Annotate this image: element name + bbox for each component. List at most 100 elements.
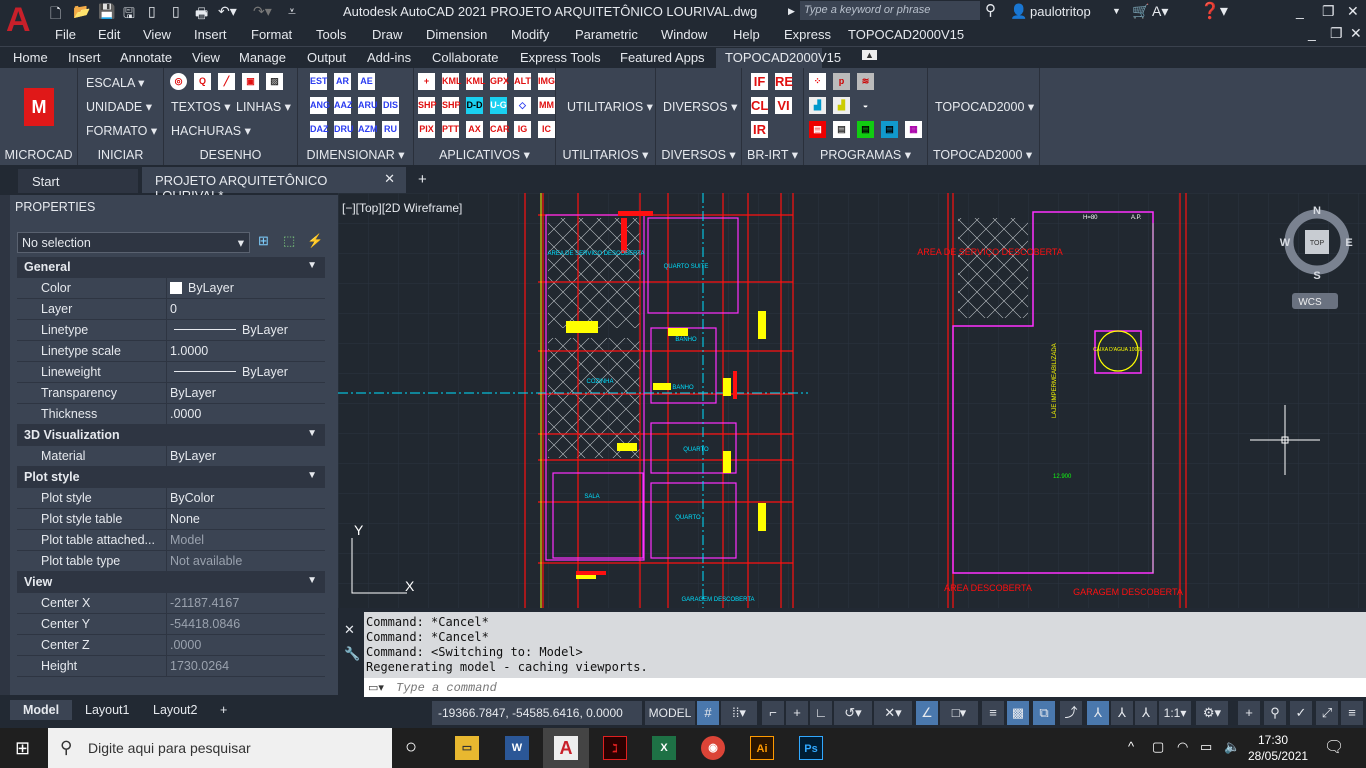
microcad-icon[interactable]: M <box>24 88 54 126</box>
battery-icon[interactable]: ▭ <box>1200 739 1212 755</box>
property-value[interactable]: -21187.4167 <box>170 596 239 610</box>
dynamic-input-icon[interactable]: + <box>786 701 808 725</box>
menu-format[interactable]: Format <box>251 27 292 42</box>
section-plot-style[interactable]: Plot style ▼ <box>17 467 325 488</box>
tab-annotate[interactable]: Annotate <box>120 50 172 65</box>
property-row[interactable]: Lineweight ByLayer <box>17 362 325 383</box>
property-row[interactable]: Plot style table None <box>17 509 325 530</box>
menu-topocad[interactable]: TOPOCAD2000V15 <box>848 27 964 42</box>
save-web-icon[interactable]: ▯ <box>172 3 180 20</box>
compass-s[interactable]: S <box>1313 270 1320 282</box>
viewcube-top[interactable]: TOP <box>1310 240 1325 247</box>
re-icon[interactable]: RE <box>775 73 793 90</box>
new-layout-icon[interactable]: + <box>220 703 227 717</box>
menu-dimension[interactable]: Dimension <box>426 27 487 42</box>
transparency-icon[interactable]: ▩ <box>1007 701 1029 725</box>
panel-title[interactable]: PROGRAMAS ▾ <box>804 147 927 162</box>
utilitarios-button[interactable]: UTILITARIOS ▾ <box>567 99 653 114</box>
panel-title[interactable]: BR-IRT ▾ <box>742 147 803 162</box>
collapse-icon[interactable]: ▼ <box>307 470 317 481</box>
compass-w[interactable]: W <box>1280 237 1291 249</box>
panel-title[interactable]: DIVERSOS ▾ <box>656 147 741 162</box>
open-icon[interactable]: 📂 <box>73 3 90 20</box>
object-snap-icon[interactable]: □▾ <box>940 701 978 725</box>
clean-screen-icon[interactable]: ⤢ <box>1316 701 1338 725</box>
ribbon-minimize-icon[interactable]: ▲ <box>862 50 877 60</box>
property-row[interactable]: Plot table type Not available <box>17 551 325 572</box>
ang-icon[interactable]: ANG <box>310 97 330 114</box>
wifi-icon[interactable]: ◠ <box>1177 739 1188 755</box>
compass-e[interactable]: E <box>1345 237 1352 249</box>
acrobat-icon[interactable]: ℷ <box>603 736 627 760</box>
doc-close-icon[interactable]: ✕ <box>1350 25 1362 42</box>
doc-white-icon[interactable]: ▤ <box>833 121 850 138</box>
menu-parametric[interactable]: Parametric <box>575 27 638 42</box>
panel-title[interactable]: TOPOCAD2000 ▾ <box>933 147 1039 162</box>
panel-title[interactable]: DIMENSIONAR ▾ <box>298 147 413 162</box>
tab-home[interactable]: Home <box>13 50 48 65</box>
property-value[interactable]: ByLayer <box>170 365 288 379</box>
property-value[interactable]: ByLayer <box>170 323 288 337</box>
hatch-tool-icon[interactable]: ▨ <box>266 73 283 90</box>
property-value[interactable]: .0000 <box>170 638 201 652</box>
app-plus-icon[interactable]: + <box>418 73 435 90</box>
ic-icon[interactable]: IC <box>538 121 555 138</box>
zoom-tool-icon[interactable]: Q <box>194 73 211 90</box>
property-row[interactable]: Linetype ByLayer <box>17 320 325 341</box>
chart-yellow-icon[interactable]: ▟ <box>833 97 850 114</box>
menu-insert[interactable]: Insert <box>194 27 227 42</box>
lineweight-icon[interactable]: ≡ <box>982 701 1004 725</box>
units-icon[interactable]: ⚲ <box>1264 701 1286 725</box>
menu-tools[interactable]: Tools <box>316 27 346 42</box>
autocad-taskbar-icon[interactable]: A <box>554 736 578 760</box>
contour-icon[interactable]: ≋ <box>857 73 874 90</box>
property-value[interactable]: -54418.0846 <box>170 617 240 631</box>
wcs-menu[interactable]: WCS <box>1298 297 1322 308</box>
shp-icon[interactable]: SHP <box>442 97 461 114</box>
linhas-button[interactable]: LINHAS ▾ <box>236 99 291 114</box>
restore-icon[interactable]: ❐ <box>1322 3 1335 20</box>
property-value[interactable]: ByLayer <box>170 281 234 295</box>
topocad2000-button[interactable]: TOPOCAD2000 ▾ <box>935 99 1034 114</box>
customization-menu-icon[interactable]: ≡ <box>1341 701 1363 725</box>
keyword-search-input[interactable]: Type a keyword or phrase <box>800 1 980 20</box>
property-row[interactable]: Center Y -54418.0846 <box>17 614 325 635</box>
shp-icon[interactable]: SHP <box>418 97 437 114</box>
property-row[interactable]: Material ByLayer <box>17 446 325 467</box>
windows-start-icon[interactable]: ⊞ <box>15 738 30 759</box>
mm-icon[interactable]: MM <box>538 97 555 114</box>
doc-green-icon[interactable]: ▤ <box>857 121 874 138</box>
search-expand-icon[interactable]: ▶ <box>788 6 795 17</box>
chart-icon[interactable]: ▟ <box>809 97 826 114</box>
d-d-icon[interactable]: D-D <box>466 97 483 114</box>
daz-icon[interactable]: DAZ <box>310 121 329 138</box>
formato-button[interactable]: FORMATO ▾ <box>86 123 157 138</box>
chrome-icon[interactable]: ◉ <box>701 736 725 760</box>
if-icon[interactable]: IF <box>751 73 768 90</box>
property-row[interactable]: Center X -21187.4167 <box>17 593 325 614</box>
minimize-icon[interactable]: _ <box>1296 3 1304 19</box>
snap-toggle-icon[interactable]: ⁞⁞▾ <box>721 701 757 725</box>
escala-button[interactable]: ESCALA ▾ <box>86 75 144 90</box>
property-value[interactable]: 1730.0264 <box>170 659 229 673</box>
property-value[interactable]: ByColor <box>170 491 214 505</box>
cl-icon[interactable]: CL <box>751 97 768 114</box>
section-general[interactable]: General ▼ <box>17 257 325 278</box>
grid-points-icon[interactable]: ⁘ <box>809 73 826 90</box>
tab-express-tools[interactable]: Express Tools <box>520 50 601 65</box>
menu-window[interactable]: Window <box>661 27 707 42</box>
photoshop-icon[interactable]: Ps <box>799 736 823 760</box>
close-tab-icon[interactable]: ✕ <box>384 171 395 187</box>
ru-icon[interactable]: RU <box>382 121 399 138</box>
ptt-icon[interactable]: PTT <box>442 121 459 138</box>
map-icon[interactable]: ◇ <box>514 97 531 114</box>
menu-view[interactable]: View <box>143 27 171 42</box>
est-icon[interactable]: EST <box>310 73 328 90</box>
section-3d-visualization[interactable]: 3D Visualization ▼ <box>17 425 325 446</box>
quick-select-icon[interactable]: ⚡ <box>307 233 323 249</box>
block-tool-icon[interactable]: ▣ <box>242 73 259 90</box>
annotation-scale-icon[interactable]: ⅄ <box>1135 701 1157 725</box>
customize-qat-icon[interactable]: ⩡ <box>288 3 296 20</box>
panel-title[interactable]: APLICATIVOS ▾ <box>414 147 555 162</box>
search-icon[interactable]: ⚲ <box>985 1 996 19</box>
